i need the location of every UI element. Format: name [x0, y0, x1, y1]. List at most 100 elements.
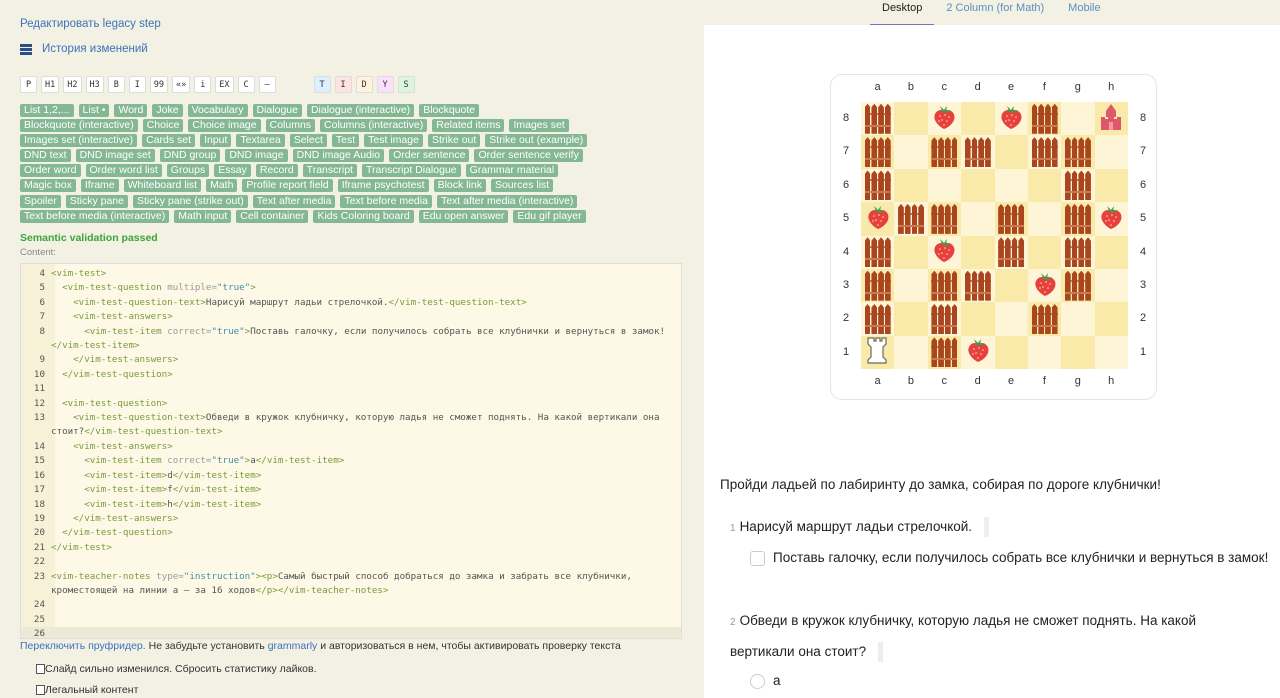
format-button[interactable]: 99 [149, 76, 168, 93]
component-tag[interactable]: Joke [152, 104, 183, 117]
format-button[interactable]: H2 [63, 76, 82, 93]
component-tag[interactable]: Text before media [340, 194, 432, 208]
component-tag[interactable]: Sticky pane [65, 194, 128, 208]
answer-option[interactable]: a [730, 666, 1250, 695]
style-button-d[interactable]: D [355, 76, 373, 93]
component-tag[interactable]: Iframe [80, 179, 119, 193]
format-button[interactable]: B [107, 76, 125, 93]
component-tag[interactable]: List 1,2,... [20, 104, 74, 117]
component-tag[interactable]: Text after media [252, 194, 336, 208]
line-text: <vim-test-question-text>Нарисуй маршрут … [73, 296, 527, 308]
component-tag[interactable]: Transcript [302, 164, 357, 178]
component-tag[interactable]: Record [255, 164, 298, 178]
code-editor[interactable]: 4 <vim-test> 5 <vim-test-question multiple… [20, 263, 682, 639]
component-tag[interactable]: Sources list [490, 179, 554, 193]
strawberry-icon [931, 104, 957, 134]
code-line: 23 <vim-teacher-notes type="instruction">… [21, 570, 681, 599]
component-tag[interactable]: Order sentence [389, 149, 470, 163]
component-tag[interactable]: Math input [174, 209, 232, 223]
format-button[interactable]: «» [172, 76, 191, 93]
format-button[interactable]: H1 [41, 76, 60, 93]
component-tag[interactable]: Transcript Dialogue [361, 164, 461, 178]
component-tag[interactable]: Cell container [236, 209, 309, 223]
component-tag[interactable]: Spoiler [20, 194, 61, 208]
component-tag[interactable]: Text after media (interactive) [436, 194, 578, 208]
component-tag[interactable]: Test [331, 134, 360, 148]
component-tag[interactable]: DND group [159, 149, 221, 163]
tab-2-column-for-math-[interactable]: 2 Column (for Math) [934, 0, 1056, 25]
component-tag[interactable]: Groups [166, 164, 210, 178]
component-tag[interactable]: Vocabulary [187, 104, 248, 117]
component-tag[interactable]: DND image Audio [292, 149, 385, 163]
component-tag[interactable]: Essay [214, 164, 251, 178]
component-tag[interactable]: Order sentence verify [474, 149, 583, 163]
component-tag[interactable]: Iframe psychotest [337, 179, 429, 193]
component-tag[interactable]: Input [200, 134, 232, 148]
component-tag[interactable]: List • [78, 104, 110, 117]
comment-bar[interactable] [878, 642, 884, 663]
component-tag[interactable]: Grammar material [465, 164, 559, 178]
tab-desktop[interactable]: Desktop [870, 0, 935, 25]
checkbox[interactable] [36, 685, 45, 695]
format-button[interactable]: i [194, 76, 212, 93]
component-tag[interactable]: Cards set [142, 134, 196, 148]
component-tag[interactable]: Columns (interactive) [320, 119, 428, 133]
component-tag[interactable]: Order word [20, 164, 81, 178]
checkbox[interactable] [36, 664, 45, 674]
component-tag[interactable]: Blockquote (interactive) [20, 119, 138, 133]
component-tag[interactable]: Test image [364, 134, 423, 148]
component-tag[interactable]: Sticky pane (strike out) [132, 194, 248, 208]
component-tag[interactable]: Order word list [85, 164, 162, 178]
format-button[interactable]: H3 [85, 76, 104, 93]
style-button-s[interactable]: S [397, 76, 415, 93]
component-tag[interactable]: Choice [142, 119, 184, 133]
component-tag[interactable]: Math [206, 179, 238, 193]
component-tag[interactable]: Images set (interactive) [20, 134, 138, 148]
component-tag[interactable]: DND text [20, 149, 71, 163]
answer-option[interactable]: Поставь галочку, если получилось собрать… [730, 543, 1270, 572]
style-button-t[interactable]: T [313, 76, 331, 93]
component-tag[interactable]: Kids Coloring board [313, 209, 414, 223]
style-button-y[interactable]: Y [376, 76, 394, 93]
format-button[interactable]: EX [215, 76, 234, 93]
format-button[interactable]: I [128, 76, 146, 93]
component-tag[interactable]: Edu gif player [513, 209, 586, 223]
component-tag[interactable]: Dialogue [252, 104, 302, 117]
code-line: 26 [21, 627, 681, 638]
component-tag[interactable]: Textarea [236, 134, 285, 148]
component-tag[interactable]: Columns [265, 119, 316, 133]
line-text: <vim-test-answers> [73, 440, 173, 452]
reset-likes-checkbox[interactable]: Слайд сильно изменился. Сбросить статист… [36, 663, 317, 675]
format-button[interactable]: — [258, 76, 276, 93]
square-h6 [1094, 168, 1128, 203]
component-tag[interactable]: Text before media (interactive) [20, 209, 170, 223]
style-button-i[interactable]: I [334, 76, 352, 93]
legal-content-checkbox[interactable]: Легальный контент [36, 684, 138, 696]
component-tag[interactable]: Blockquote [419, 104, 480, 117]
component-tag[interactable]: Dialogue (interactive) [306, 104, 415, 117]
grammarly-link[interactable]: grammarly [268, 640, 318, 652]
component-tag[interactable]: Strike out [427, 134, 481, 148]
component-tag[interactable]: Select [289, 134, 327, 148]
history-link[interactable]: История изменений [20, 43, 148, 55]
component-tag[interactable]: Edu open answer [418, 209, 509, 223]
component-tag[interactable]: Word [114, 104, 148, 117]
radio[interactable] [750, 673, 765, 689]
toggle-proofreader-link[interactable]: Переключить пруфридер. [20, 640, 146, 652]
component-tag[interactable]: Whiteboard list [123, 179, 202, 193]
component-tag[interactable]: Images set [509, 119, 569, 133]
component-tag[interactable]: Related items [432, 119, 505, 133]
component-tag[interactable]: Block link [433, 179, 486, 193]
component-tag[interactable]: Magic box [20, 179, 76, 193]
comment-bar[interactable] [984, 517, 990, 538]
component-tag[interactable]: Strike out (example) [485, 134, 588, 148]
component-tag[interactable]: Profile report field [242, 179, 333, 193]
format-button[interactable]: C [237, 76, 255, 93]
edit-legacy-step-link[interactable]: Редактировать legacy step [20, 18, 161, 30]
checkbox[interactable] [750, 550, 765, 566]
tab-mobile[interactable]: Mobile [1056, 0, 1112, 25]
component-tag[interactable]: DND image set [75, 149, 155, 163]
component-tag[interactable]: Choice image [188, 119, 261, 133]
component-tag[interactable]: DND image [225, 149, 288, 163]
format-button[interactable]: P [20, 76, 37, 93]
